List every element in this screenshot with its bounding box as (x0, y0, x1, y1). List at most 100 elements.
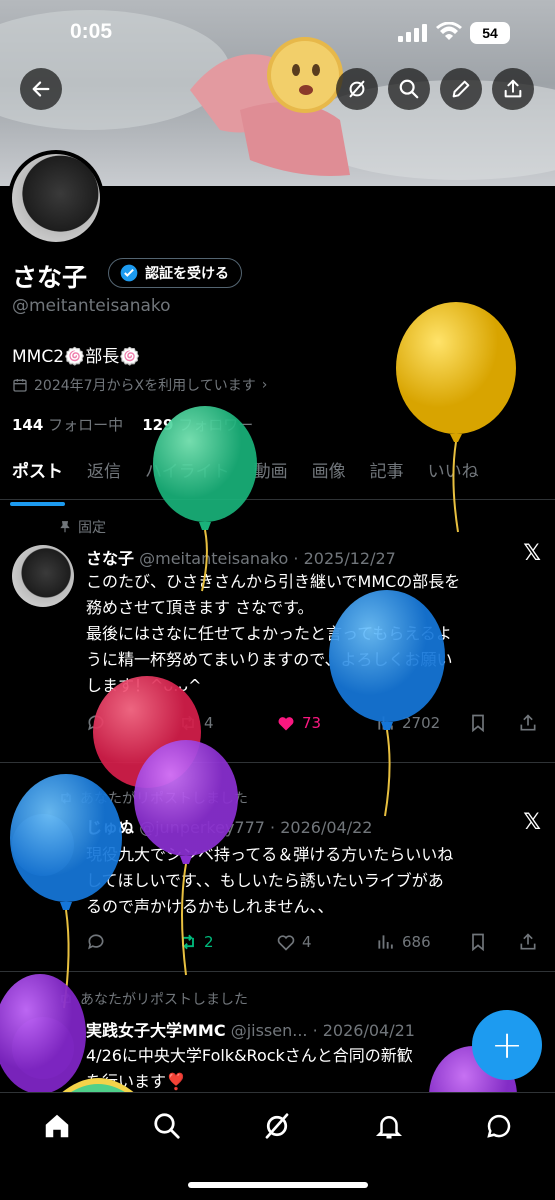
profile-avatar[interactable] (8, 150, 104, 246)
avatar[interactable] (12, 814, 74, 876)
post-item[interactable]: 固定 さな子 @meitanteisanako · 2025/12/27 𝕏 こ… (0, 501, 555, 763)
repost-button[interactable]: 2 (178, 932, 214, 952)
post-text: 現役九大でシンベ持ってる＆弾ける方いたらいいね してほしいです、、もしいたら誘い… (86, 842, 546, 920)
heart-filled-icon (278, 717, 294, 731)
tab-videos[interactable]: 動画 (242, 452, 300, 499)
post-actions: 4 73 2702 (86, 713, 546, 737)
share-icon (520, 933, 536, 950)
profile-tabs: ポスト 返信 ハイライト 動画 画像 記事 いいね (0, 452, 555, 506)
post-text: このたび、ひさきさんから引き継いでMMCの部長を 務めさせて頂きます さなです。… (86, 569, 546, 699)
repost-button[interactable]: 4 (178, 713, 214, 733)
post-actions: 2 4 686 (86, 932, 546, 956)
joined-date[interactable]: 2024年7月からXを利用しています › (12, 375, 267, 395)
battery-indicator: 54 (470, 22, 510, 44)
post-author: さな子 @meitanteisanako · 2025/12/27 (86, 545, 396, 569)
post-line: します！^ᴗ.ᴗ^ (86, 676, 202, 695)
following-label: フォロー中 (48, 416, 124, 434)
profile-bio: MMC2🍥部長🍥 (12, 347, 141, 367)
repost-active-icon (182, 934, 194, 950)
verify-button[interactable]: 認証を受ける (108, 258, 242, 288)
author-name[interactable]: さな子 (86, 549, 134, 568)
home-indicator (188, 1182, 368, 1188)
repost-icon (61, 993, 71, 1005)
post-line: 最後にはさなに任せてよかったと言ってもらえるよ (86, 624, 452, 643)
bookmark-button[interactable] (468, 713, 488, 733)
post-item[interactable]: あなたがリポストしました じゅぬ @junperkey777 · 2026/04… (0, 764, 555, 972)
bookmark-icon (472, 714, 484, 733)
author-handle-time: @meitanteisanako · 2025/12/27 (139, 549, 396, 568)
compose-button[interactable]: + (472, 1010, 542, 1080)
post-line: るので声かけるかもしれません、、 (86, 897, 334, 916)
verify-label: 認証を受ける (145, 266, 229, 282)
bookmark-button[interactable] (468, 932, 488, 952)
tab-posts[interactable]: ポスト (0, 452, 75, 506)
repost-count: 4 (204, 714, 214, 732)
search-icon (399, 79, 419, 99)
back-button[interactable] (20, 68, 62, 110)
following-count: 144 (12, 416, 44, 434)
post-line: うに精一杯努めてまいりますので、よろしくお願い (86, 650, 453, 669)
post-line: 現役九大でシンベ持ってる＆弾ける方いたらいいね (86, 845, 454, 864)
share-post-button[interactable] (518, 713, 538, 733)
search-icon[interactable] (152, 1111, 182, 1141)
plus-icon: + (491, 1023, 523, 1067)
author-handle-time: @junperkey777 · 2026/04/22 (139, 818, 373, 837)
reply-button[interactable] (86, 932, 106, 952)
tab-articles[interactable]: 記事 (358, 452, 416, 499)
avatar[interactable] (12, 1017, 74, 1079)
repost-label: あなたがリポストしました (58, 989, 248, 1009)
wifi-icon (436, 22, 462, 40)
signal-icon (398, 24, 427, 42)
like-count: 73 (302, 714, 322, 732)
post-author: 実践女子大学MMC @jissen... · 2026/04/21 (86, 1017, 415, 1041)
like-button[interactable]: 73 (276, 713, 321, 733)
like-button[interactable]: 4 (276, 932, 312, 952)
views-button[interactable]: 686 (376, 932, 431, 952)
search-button[interactable] (388, 68, 430, 110)
author-handle-time: @jissen... · 2026/04/21 (230, 1021, 415, 1040)
author-name[interactable]: じゅぬ (86, 818, 134, 837)
calendar-icon (13, 379, 27, 392)
reply-icon (88, 934, 104, 950)
edit-button[interactable] (440, 68, 482, 110)
share-button[interactable] (492, 68, 534, 110)
views-button[interactable]: 2702 (376, 713, 440, 733)
profile-name: さな子 (12, 263, 88, 292)
post-line: このたび、ひさきさんから引き継いでMMCの部長を (86, 572, 461, 591)
share-icon (520, 714, 536, 731)
following-link[interactable]: 144 フォロー中 (12, 416, 123, 434)
like-count: 4 (302, 933, 312, 951)
bookmark-icon (472, 933, 484, 952)
author-name[interactable]: 実践女子大学MMC (86, 1021, 226, 1040)
verified-badge-icon (120, 264, 138, 282)
tab-images[interactable]: 画像 (300, 452, 358, 499)
repost-text: あなたがリポストしました (80, 791, 248, 807)
views-count: 686 (402, 933, 431, 951)
heart-icon (277, 935, 295, 951)
pinned-label: 固定 (58, 517, 106, 537)
followers-label: フォロワー (178, 416, 254, 434)
avatar[interactable] (12, 545, 74, 607)
tab-likes[interactable]: いいね (416, 452, 491, 499)
share-post-button[interactable] (518, 932, 538, 952)
grok-button[interactable] (336, 68, 378, 110)
reply-button[interactable] (86, 713, 106, 733)
bell-icon[interactable] (374, 1111, 404, 1141)
reply-icon (88, 715, 104, 731)
home-icon[interactable] (42, 1111, 72, 1141)
pinned-text: 固定 (78, 520, 106, 536)
messages-icon[interactable] (484, 1111, 514, 1141)
followers-link[interactable]: 129 フォロワー (142, 416, 253, 434)
grok-icon[interactable] (262, 1111, 292, 1141)
status-bar: 0:05 54 (0, 0, 555, 66)
tab-replies[interactable]: 返信 (75, 452, 133, 499)
repost-icon (182, 715, 194, 731)
views-count: 2702 (402, 714, 441, 732)
followers-count: 129 (142, 416, 174, 434)
tab-highlights[interactable]: ハイライト (133, 452, 242, 499)
x-logo-icon: 𝕏 (523, 810, 541, 835)
views-icon (378, 716, 393, 730)
joined-text: 2024年7月からXを利用しています (34, 378, 256, 394)
post-author: じゅぬ @junperkey777 · 2026/04/22 (86, 814, 372, 838)
profile-handle: @meitanteisanako (12, 296, 171, 316)
